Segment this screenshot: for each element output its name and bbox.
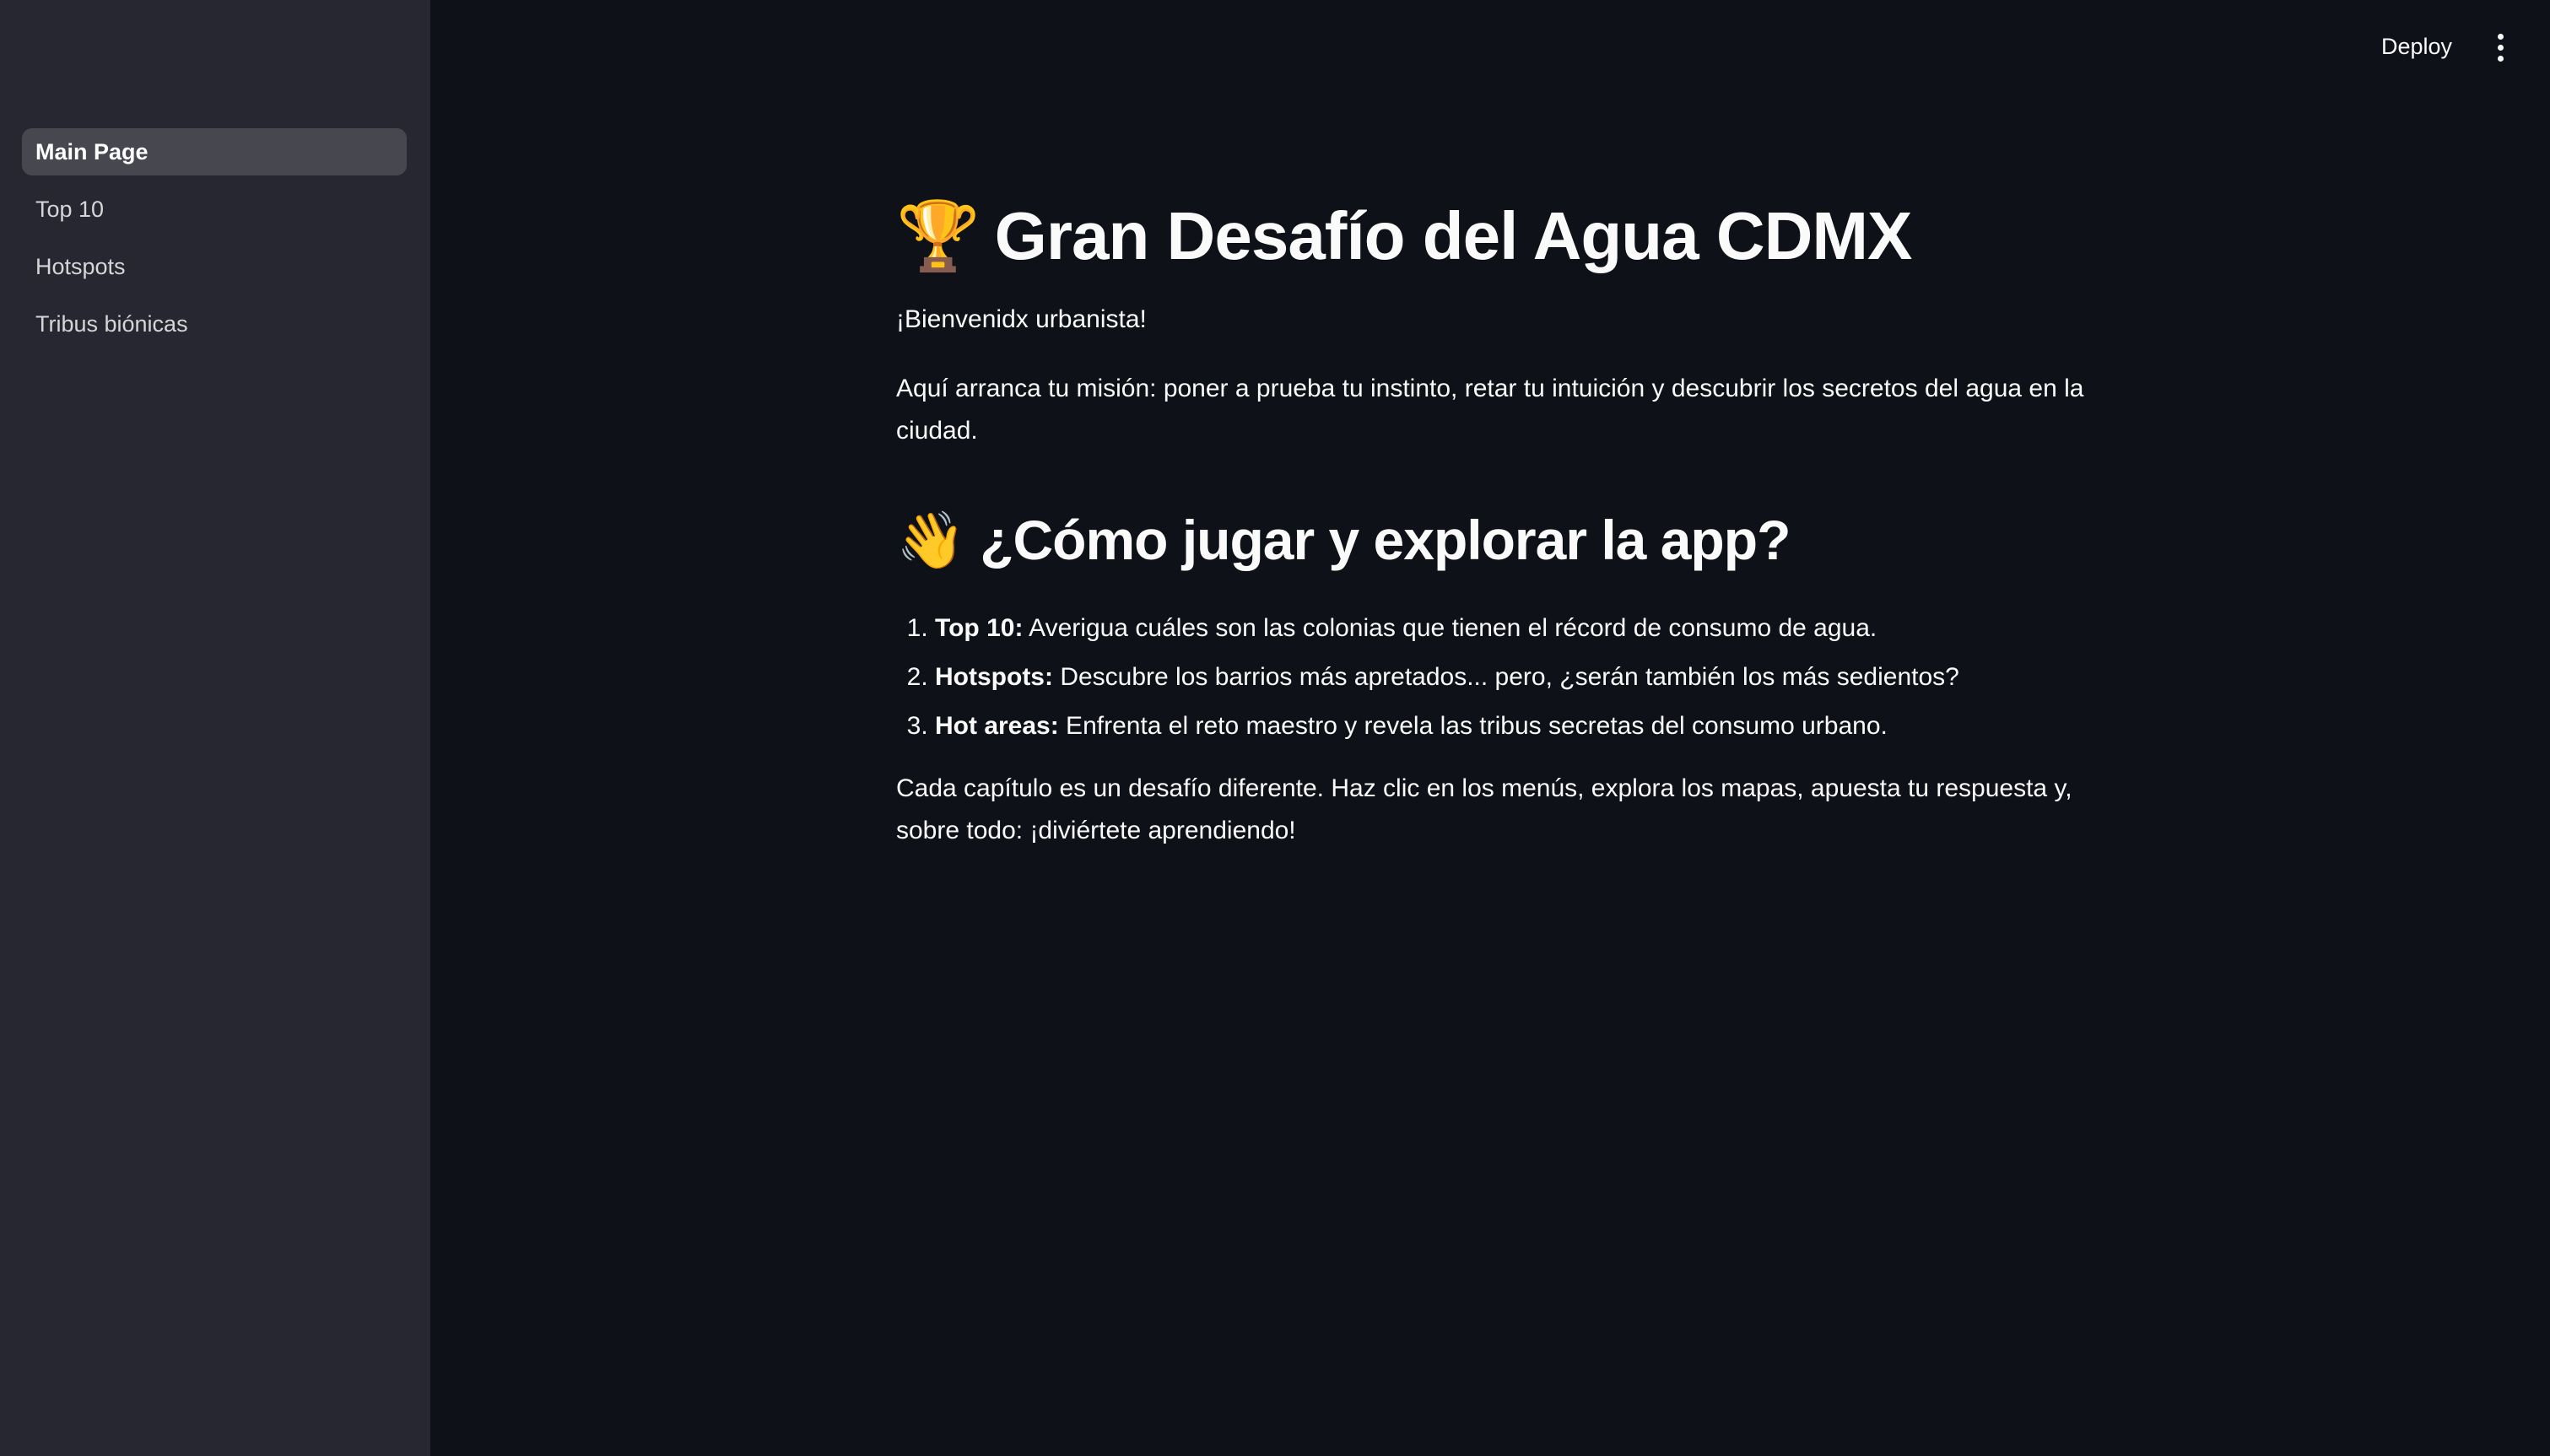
sidebar-item-label: Main Page xyxy=(35,139,149,164)
sidebar: Main Page Top 10 Hotspots Tribus biónica… xyxy=(0,0,430,1456)
intro-text: Aquí arranca tu misión: poner a prueba t… xyxy=(896,375,2084,445)
list-item: Hot areas: Enfrenta el reto maestro y re… xyxy=(935,705,2094,747)
step-term: Hotspots: xyxy=(935,663,1053,691)
sidebar-item-top-10[interactable]: Top 10 xyxy=(22,186,407,233)
outro-text: Cada capítulo es un desafío diferente. H… xyxy=(896,774,2072,844)
header: Deploy xyxy=(430,0,2550,93)
sidebar-item-label: Hotspots xyxy=(35,254,126,279)
step-text: Enfrenta el reto maestro y revela las tr… xyxy=(1058,712,1888,740)
sidebar-item-tribus-bionicas[interactable]: Tribus biónicas xyxy=(22,300,407,348)
step-text: Descubre los barrios más apretados... pe… xyxy=(1052,663,1959,691)
vertical-dots-icon[interactable] xyxy=(2488,30,2513,64)
step-term: Hot areas: xyxy=(935,712,1059,740)
how-to-heading-text: ¿Cómo jugar y explorar la app? xyxy=(980,509,1791,571)
waving-hand-icon: 👋 xyxy=(896,509,965,571)
main-content: 🏆 Gran Desafío del Agua CDMX ¡Bienvenidx… xyxy=(896,186,2094,852)
page-title-text: Gran Desafío del Agua CDMX xyxy=(994,198,1913,273)
app-root: Main Page Top 10 Hotspots Tribus biónica… xyxy=(0,0,2550,1456)
list-item: Hotspots: Descubre los barrios más apret… xyxy=(935,656,2094,698)
sidebar-item-label: Tribus biónicas xyxy=(35,311,188,337)
welcome-text: ¡Bienvenidx urbanista! xyxy=(896,305,1147,333)
sidebar-nav: Main Page Top 10 Hotspots Tribus biónica… xyxy=(0,128,430,348)
steps-list: Top 10: Averigua cuáles son las colonias… xyxy=(896,607,2094,747)
list-item: Top 10: Averigua cuáles son las colonias… xyxy=(935,607,2094,650)
deploy-button[interactable]: Deploy xyxy=(2381,29,2452,64)
sidebar-item-main-page[interactable]: Main Page xyxy=(22,128,407,175)
step-text: Averigua cuáles son las colonias que tie… xyxy=(1023,614,1877,642)
trophy-icon: 🏆 xyxy=(896,198,981,273)
how-to-heading: 👋 ¿Cómo jugar y explorar la app? xyxy=(896,498,2094,582)
page-title: 🏆 Gran Desafío del Agua CDMX xyxy=(896,186,2094,287)
step-term: Top 10: xyxy=(935,614,1024,642)
sidebar-item-label: Top 10 xyxy=(35,197,105,222)
sidebar-item-hotspots[interactable]: Hotspots xyxy=(22,243,407,290)
